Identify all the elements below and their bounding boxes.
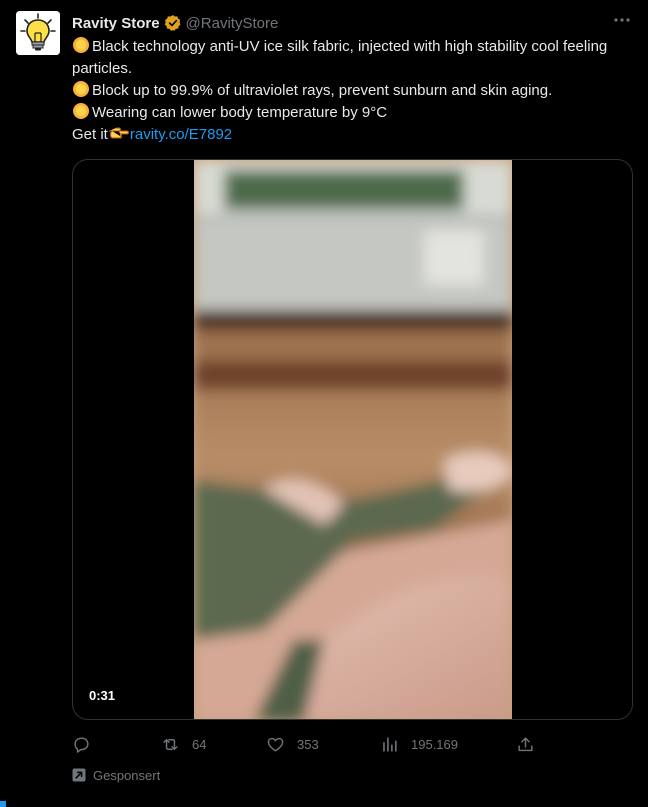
product-link[interactable]: ravity.co/E7892 — [130, 126, 232, 143]
video-frame[interactable] — [194, 160, 512, 719]
like-button[interactable]: 353 — [266, 733, 319, 755]
tweet-line-1: Black technology anti-UV ice silk fabric… — [72, 36, 634, 80]
window-corner-indicator — [0, 801, 6, 807]
tweet-line-2-text: Block up to 99.9% of ultraviolet rays, p… — [92, 82, 553, 99]
more-options-button[interactable] — [612, 10, 632, 30]
sponsored-label: Gesponsert — [72, 766, 160, 784]
like-count: 353 — [297, 736, 319, 752]
sun-emoji-icon — [73, 81, 89, 97]
sponsored-text: Gesponsert — [93, 767, 161, 783]
handle[interactable]: @RavityStore — [186, 15, 279, 32]
tweet-line-3-text: Wearing can lower body temperature by 9°… — [92, 104, 388, 121]
retweet-icon — [163, 738, 178, 750]
tweet-header: Ravity Store @RavityStore — [72, 13, 278, 33]
share-button[interactable] — [516, 733, 535, 755]
pointing-hand-emoji-icon — [108, 127, 129, 139]
retweet-count: 64 — [192, 736, 207, 752]
tweet-line-2: Block up to 99.9% of ultraviolet rays, p… — [72, 80, 634, 102]
reply-button[interactable] — [72, 733, 91, 755]
tweet-card[interactable]: Ravity Store @RavityStore Black technolo… — [0, 0, 648, 807]
heart-icon — [267, 737, 284, 752]
more-icon — [614, 18, 630, 22]
sun-emoji-icon — [73, 37, 89, 53]
avatar[interactable] — [16, 11, 60, 55]
display-name[interactable]: Ravity Store — [72, 15, 160, 32]
tweet-line-3: Wearing can lower body temperature by 9°… — [72, 102, 634, 124]
views-chart-icon — [383, 736, 397, 752]
tweet-text: Black technology anti-UV ice silk fabric… — [72, 36, 634, 146]
views-count: 195.169 — [411, 736, 458, 752]
get-it-text: Get it — [72, 126, 108, 143]
promoted-arrow-icon — [72, 768, 86, 782]
views-button[interactable]: 195.169 — [380, 733, 458, 755]
verified-badge-icon[interactable] — [164, 14, 182, 32]
share-icon — [518, 736, 533, 751]
retweet-button[interactable]: 64 — [161, 733, 206, 755]
video-thumbnail-image — [194, 160, 512, 719]
reply-icon — [74, 736, 89, 753]
video-player[interactable]: 0:31 — [72, 159, 633, 720]
tweet-line-1-text: Black technology anti-UV ice silk fabric… — [72, 38, 608, 77]
sun-emoji-icon — [73, 103, 89, 119]
tweet-actions: 64 353 195.169 — [72, 733, 542, 755]
tweet-line-4: Get it ravity.co/E7892 — [72, 124, 634, 146]
video-duration: 0:31 — [83, 686, 122, 705]
lightbulb-icon — [16, 11, 60, 55]
